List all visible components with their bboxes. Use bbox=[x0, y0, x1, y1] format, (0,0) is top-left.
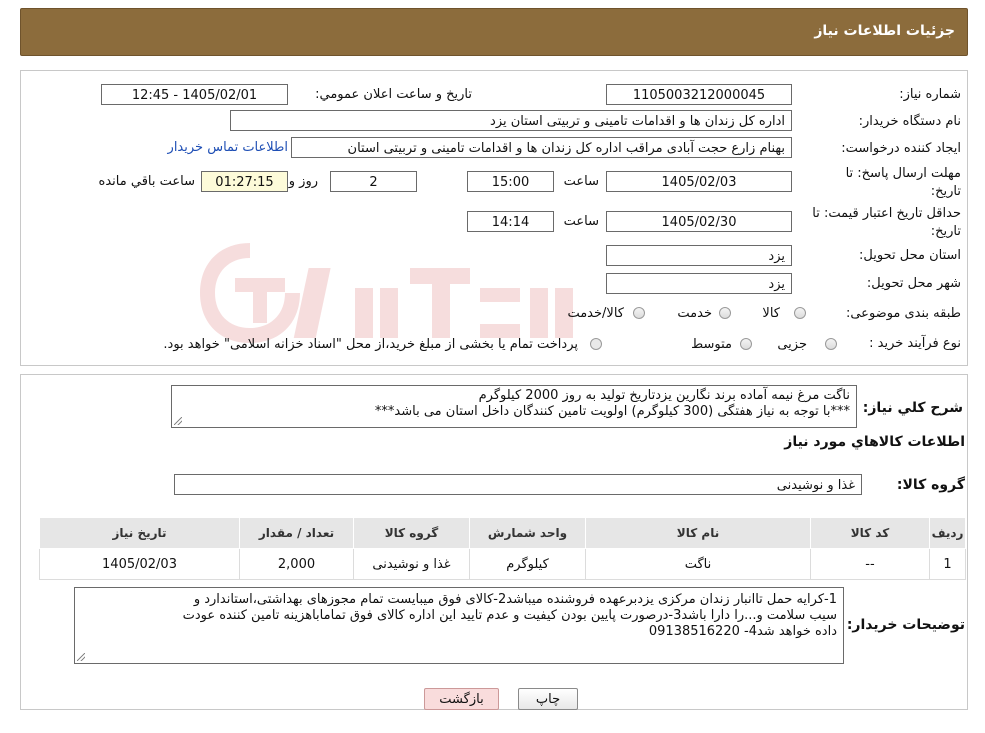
print-button[interactable]: چاپ bbox=[518, 688, 578, 710]
category-option-goods-service: کالا/خدمت bbox=[567, 306, 624, 321]
category-radio-service[interactable] bbox=[719, 307, 731, 319]
col-header-quantity: تعداد / مقدار bbox=[239, 517, 354, 549]
process-option-medium: متوسط bbox=[691, 337, 732, 352]
summary-line-2: ***با توجه به نیاز هفتگی (300 کیلوگرم) ا… bbox=[374, 404, 850, 419]
page-title: جزئیات اطلاعات نیاز bbox=[814, 23, 955, 39]
goods-group-field: غذا و نوشیدنی bbox=[174, 474, 862, 495]
validity-label-date: تاریخ: bbox=[930, 224, 961, 239]
remaining-time-label: ساعت باقي مانده bbox=[98, 174, 195, 189]
category-option-goods: کالا bbox=[762, 306, 780, 321]
buyer-notes-line-3: داده خواهد شد4- 09138516220 bbox=[648, 624, 837, 639]
buyer-notes-textarea[interactable]: 1-کرایه حمل تاانبار زندان مرکزی یزدبرعهد… bbox=[74, 587, 844, 664]
col-header-row-number: ردیف bbox=[929, 517, 966, 549]
resize-grip-icon[interactable] bbox=[77, 653, 85, 661]
back-button[interactable]: بازگشت bbox=[424, 688, 499, 710]
cell-row-number: 1 bbox=[929, 548, 966, 580]
category-radio-goods-service[interactable] bbox=[633, 307, 645, 319]
category-label: طبقه بندی موضوعی: bbox=[845, 306, 961, 321]
deadline-date-field: 1405/02/03 bbox=[606, 171, 792, 192]
process-radio-medium[interactable] bbox=[740, 338, 752, 350]
col-header-date: تاریخ نیاز bbox=[39, 517, 240, 549]
province-label: استان محل تحویل: bbox=[859, 248, 961, 263]
announce-field: 1405/02/01 - 12:45 bbox=[101, 84, 288, 105]
validity-date-field: 1405/02/30 bbox=[606, 211, 792, 232]
process-option-minor: جزیی bbox=[777, 337, 807, 352]
summary-textarea[interactable]: ناگت مرغ نیمه آماده برند نگارین یزدتاریخ… bbox=[171, 385, 857, 428]
cell-name: ناگت bbox=[585, 548, 811, 580]
buyer-notes-line-1: 1-کرایه حمل تاانبار زندان مرکزی یزدبرعهد… bbox=[193, 592, 837, 607]
treasury-note: پرداخت تمام یا بخشی از مبلغ خرید،از محل … bbox=[163, 337, 578, 352]
col-header-code: کد کالا bbox=[810, 517, 930, 549]
category-option-service: خدمت bbox=[677, 306, 712, 321]
deadline-label-date: تاریخ: bbox=[930, 184, 961, 199]
announce-label: تاریخ و ساعت اعلان عمومي: bbox=[315, 87, 472, 102]
buyer-label: نام دستگاه خریدار: bbox=[858, 114, 961, 129]
days-label: روز و bbox=[288, 174, 318, 189]
cell-group: غذا و نوشیدنی bbox=[353, 548, 470, 580]
buyer-notes-label: توضیحات خریدار: bbox=[846, 617, 965, 633]
days-remaining-field: 2 bbox=[330, 171, 417, 192]
creator-label: ایجاد کننده درخواست: bbox=[841, 141, 961, 156]
resize-grip-icon[interactable] bbox=[174, 417, 182, 425]
goods-section-title: اطلاعات کالاهاي مورد نیاز bbox=[784, 434, 965, 450]
process-label: نوع فرآیند خرید : bbox=[869, 336, 961, 351]
validity-time-label: ساعت bbox=[563, 214, 599, 229]
category-radio-goods[interactable] bbox=[794, 307, 806, 319]
remaining-time-field: 01:27:15 bbox=[201, 171, 288, 192]
need-number-field: 1105003212000045 bbox=[606, 84, 792, 105]
city-field: یزد bbox=[606, 273, 792, 294]
cell-date: 1405/02/03 bbox=[39, 548, 240, 580]
cell-unit: کیلوگرم bbox=[469, 548, 586, 580]
summary-label: شرح کلي نیاز: bbox=[862, 400, 963, 416]
table-row: 1 -- ناگت کیلوگرم غذا و نوشیدنی 2,000 14… bbox=[39, 548, 966, 580]
city-label: شهر محل تحویل: bbox=[866, 276, 961, 291]
deadline-time-label: ساعت bbox=[563, 174, 599, 189]
validity-time-field: 14:14 bbox=[467, 211, 554, 232]
goods-table: ردیف کد کالا نام کالا واحد شمارش گروه کا… bbox=[39, 517, 966, 580]
cell-quantity: 2,000 bbox=[239, 548, 354, 580]
province-field: یزد bbox=[606, 245, 792, 266]
page-header: جزئیات اطلاعات نیاز bbox=[20, 8, 968, 56]
goods-group-label: گروه کالا: bbox=[896, 477, 965, 493]
creator-field: بهنام زارع حجت آبادی مراقب اداره کل زندا… bbox=[291, 137, 792, 158]
col-header-group: گروه کالا bbox=[353, 517, 470, 549]
buyer-field: اداره کل زندان ها و اقدامات تامینی و ترب… bbox=[230, 110, 792, 131]
deadline-label: مهلت ارسال پاسخ: تا bbox=[845, 166, 961, 181]
col-header-name: نام کالا bbox=[585, 517, 811, 549]
validity-label: حداقل تاریخ اعتبار قیمت: تا bbox=[812, 206, 961, 221]
col-header-unit: واحد شمارش bbox=[469, 517, 586, 549]
summary-line-1: ناگت مرغ نیمه آماده برند نگارین یزدتاریخ… bbox=[478, 388, 850, 403]
buyer-notes-line-2: سیب سلامت و...را دارا باشد3-درصورت پایین… bbox=[182, 608, 837, 623]
process-radio-minor[interactable] bbox=[825, 338, 837, 350]
cell-code: -- bbox=[810, 548, 930, 580]
table-header-row: ردیف کد کالا نام کالا واحد شمارش گروه کا… bbox=[39, 517, 966, 549]
contact-buyer-link[interactable]: اطلاعات تماس خریدار bbox=[168, 140, 288, 155]
deadline-time-field: 15:00 bbox=[467, 171, 554, 192]
treasury-checkbox[interactable] bbox=[590, 338, 602, 350]
need-number-label: شماره نیاز: bbox=[899, 87, 961, 102]
